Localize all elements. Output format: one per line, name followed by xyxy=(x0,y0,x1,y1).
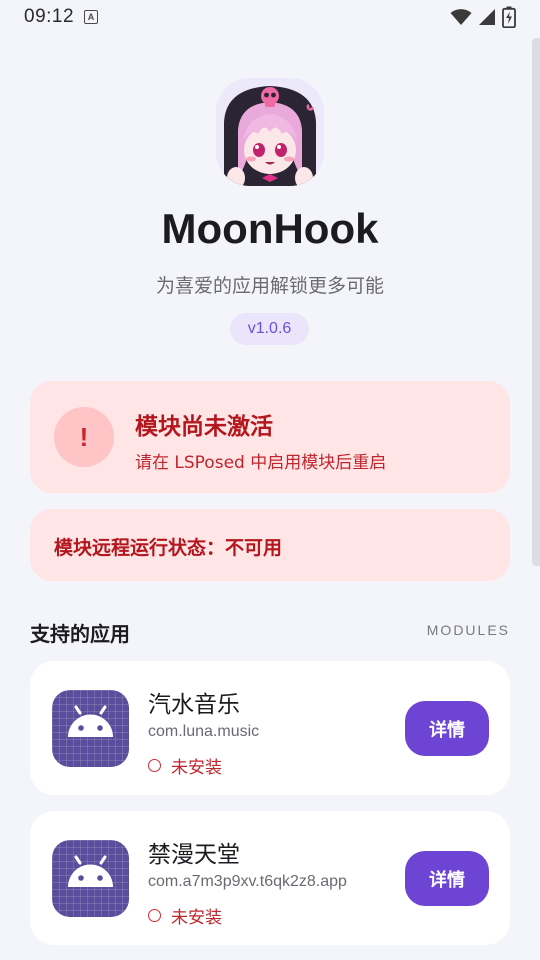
battery-charging-icon xyxy=(502,6,516,28)
details-button[interactable]: 详情 xyxy=(405,701,489,756)
module-inactive-card: ! 模块尚未激活 请在 LSPosed 中启用模块后重启 xyxy=(30,381,510,493)
install-status: 未安装 xyxy=(148,903,222,928)
details-button[interactable]: 详情 xyxy=(405,851,489,906)
install-status-label: 未安装 xyxy=(171,908,222,928)
alert-icon: ! xyxy=(54,407,114,467)
android-icon xyxy=(52,840,129,917)
warning-subtitle: 请在 LSPosed 中启用模块后重启 xyxy=(135,453,387,473)
section-tag: MODULES xyxy=(426,622,510,638)
app-title: MoonHook xyxy=(161,205,379,252)
app-subtitle: 为喜爱的应用解锁更多可能 xyxy=(155,275,384,297)
remote-status-card: 模块远程运行状态：不可用 xyxy=(30,509,510,581)
remote-status-text: 模块远程运行状态：不可用 xyxy=(54,537,283,559)
app-name: 禁漫天堂 xyxy=(148,842,240,868)
status-ring-icon xyxy=(148,909,161,922)
android-icon xyxy=(52,690,129,767)
warning-title: 模块尚未激活 xyxy=(135,414,273,440)
app-package: com.luna.music xyxy=(148,723,260,740)
status-ring-icon xyxy=(148,759,161,772)
app-card: 汽水音乐 com.luna.music 未安装 详情 xyxy=(30,661,510,795)
status-icons xyxy=(450,6,516,28)
version-badge: v1.0.6 xyxy=(230,313,309,345)
status-bar: 09:12 A xyxy=(0,0,540,34)
scrollbar[interactable] xyxy=(532,38,540,566)
status-time: 09:12 xyxy=(24,6,75,27)
install-status: 未安装 xyxy=(148,753,222,778)
notification-a-icon: A xyxy=(84,10,99,24)
install-status-label: 未安装 xyxy=(171,758,222,778)
anime-avatar-icon xyxy=(216,78,324,186)
section-title: 支持的应用 xyxy=(30,622,130,646)
app-avatar xyxy=(216,78,324,186)
app-name: 汽水音乐 xyxy=(148,692,240,718)
signal-icon xyxy=(479,9,495,25)
app-card: 禁漫天堂 com.a7m3p9xv.t6qk2z8.app 未安装 详情 xyxy=(30,811,510,945)
app-package: com.a7m3p9xv.t6qk2z8.app xyxy=(148,873,347,890)
wifi-icon xyxy=(450,9,472,25)
